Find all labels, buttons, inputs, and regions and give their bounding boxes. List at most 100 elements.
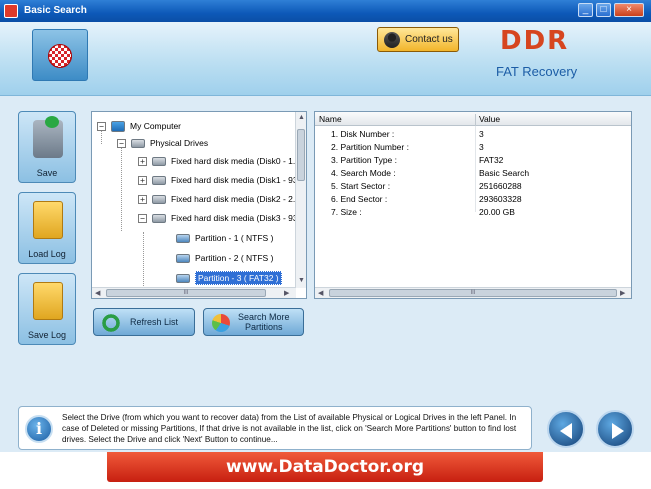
expand-icon[interactable]: + — [138, 156, 147, 166]
header-banner: Contact us DDR FAT Recovery — [0, 22, 651, 96]
tree-node-partition-3[interactable]: Partition - 3 ( FAT32 ) — [176, 270, 282, 286]
property-value: 293603328 — [479, 194, 522, 204]
save-label: Save — [36, 168, 58, 178]
search-more-label-line1: Search More — [238, 312, 290, 322]
window-title: Basic Search — [24, 5, 87, 16]
app-icon — [4, 4, 18, 18]
tree-node-disk2[interactable]: + Fixed hard disk media (Disk2 - 2. — [138, 191, 295, 207]
tree-label: Fixed hard disk media (Disk1 - 93 — [171, 175, 298, 185]
hard-disk-icon — [152, 194, 166, 204]
scroll-left-icon[interactable]: ◀ — [318, 289, 323, 297]
tree-label: Fixed hard disk media (Disk0 - 1.4 — [171, 156, 300, 166]
property-value: 20.00 GB — [479, 207, 515, 217]
pie-chart-icon — [212, 314, 230, 332]
tree-label: Fixed hard disk media (Disk2 - 2. — [171, 194, 296, 204]
tree-node-my-computer[interactable]: − My Computer — [97, 118, 181, 134]
property-name: 1. Disk Number : — [331, 129, 395, 139]
tree-label: Partition - 2 ( NTFS ) — [195, 253, 274, 263]
tree-node-disk1[interactable]: + Fixed hard disk media (Disk1 - 93 — [138, 172, 298, 188]
logo — [32, 29, 88, 81]
property-value: FAT32 — [479, 155, 504, 165]
tree-node-disk0[interactable]: + Fixed hard disk media (Disk0 - 1.4 — [138, 153, 300, 169]
collapse-icon[interactable]: − — [117, 138, 126, 148]
tree-vertical-scrollbar[interactable]: ▲ ▼ — [295, 112, 306, 288]
arrow-left-icon — [560, 423, 572, 439]
checker-logo-icon — [48, 44, 72, 68]
website-link[interactable]: www.DataDoctor.org — [107, 452, 543, 482]
expand-icon[interactable]: + — [138, 194, 147, 204]
tree-node-partition-1[interactable]: Partition - 1 ( NTFS ) — [176, 230, 273, 246]
collapse-icon[interactable]: − — [138, 213, 147, 223]
partition-icon — [176, 253, 190, 263]
arrow-right-icon — [612, 423, 624, 439]
grid-header: Name Value — [315, 112, 631, 128]
instructions-text: Select the Drive (from which you want to… — [62, 413, 517, 444]
tree-label: Partition - 1 ( NTFS ) — [195, 233, 274, 243]
hard-disk-icon — [152, 213, 166, 223]
hard-disk-icon — [152, 175, 166, 185]
main-panel: Save Load Log Save Log − My Computer − P… — [0, 96, 651, 402]
property-name: 3. Partition Type : — [331, 155, 397, 165]
minimize-button[interactable]: _ — [578, 3, 593, 17]
save-log-label: Save Log — [27, 330, 67, 340]
property-name: 2. Partition Number : — [331, 142, 409, 152]
property-value: Basic Search — [479, 168, 530, 178]
scroll-up-icon[interactable]: ▲ — [298, 114, 305, 121]
close-button[interactable]: × — [614, 3, 644, 17]
collapse-icon[interactable]: − — [97, 121, 106, 131]
property-name: 5. Start Sector : — [331, 181, 391, 191]
refresh-list-label: Refresh List — [130, 317, 179, 327]
property-value: 3 — [479, 129, 484, 139]
person-icon — [384, 31, 400, 48]
load-log-button[interactable]: Load Log — [18, 192, 76, 264]
tree-node-physical-drives[interactable]: − Physical Drives — [117, 135, 208, 151]
maximize-button[interactable]: □ — [596, 3, 611, 17]
tree-label-selected: Partition - 3 ( FAT32 ) — [195, 271, 282, 285]
column-header-value[interactable]: Value — [479, 114, 500, 124]
tree-label: Fixed hard disk media (Disk3 - 93 — [171, 213, 298, 223]
folder-save-icon — [33, 282, 63, 320]
tree-node-partition-2[interactable]: Partition - 2 ( NTFS ) — [176, 250, 273, 266]
properties-grid[interactable]: Name Value 1. Disk Number :3 2. Partition… — [314, 111, 632, 299]
contact-us-button[interactable]: Contact us — [377, 27, 459, 52]
search-more-label: Search More Partitions — [238, 312, 290, 332]
table-row[interactable]: 3. Partition Type : FAT32 — [315, 153, 631, 166]
table-row[interactable]: 2. Partition Number : 3 — [315, 140, 631, 153]
property-name: 7. Size : — [331, 207, 362, 217]
partition-icon — [176, 273, 190, 283]
table-row[interactable]: 5. Start Sector : 251660288 — [315, 179, 631, 192]
save-button[interactable]: Save — [18, 111, 76, 183]
search-more-partitions-button[interactable]: Search More Partitions — [203, 308, 304, 336]
column-header-name[interactable]: Name — [319, 114, 342, 124]
partition-icon — [176, 233, 190, 243]
grid-horizontal-scrollbar[interactable]: ◀ III ▶ — [315, 287, 631, 298]
info-bar: i Select the Drive (from which you want … — [0, 402, 651, 452]
save-disk-icon — [33, 116, 63, 158]
scroll-thumb[interactable]: III — [106, 289, 266, 297]
property-value: 251660288 — [479, 181, 522, 191]
load-log-label: Load Log — [28, 249, 66, 259]
table-row[interactable]: 6. End Sector : 293603328 — [315, 192, 631, 205]
scroll-right-icon[interactable]: ▶ — [620, 289, 625, 297]
refresh-list-button[interactable]: Refresh List — [93, 308, 195, 336]
expand-icon[interactable]: + — [138, 175, 147, 185]
save-log-button[interactable]: Save Log — [18, 273, 76, 345]
property-name: 6. End Sector : — [331, 194, 388, 204]
drive-tree[interactable]: − My Computer − Physical Drives + Fixed … — [91, 111, 307, 299]
tree-horizontal-scrollbar[interactable]: ◀ III ▶ — [92, 287, 296, 298]
tree-label: My Computer — [130, 121, 182, 131]
info-icon: i — [25, 415, 53, 443]
scroll-thumb[interactable]: III — [329, 289, 617, 297]
tree-node-disk3[interactable]: − Fixed hard disk media (Disk3 - 93 — [138, 210, 298, 226]
property-name: 4. Search Mode : — [331, 168, 396, 178]
scroll-down-icon[interactable]: ▼ — [298, 277, 305, 284]
table-row[interactable]: 4. Search Mode : Basic Search — [315, 166, 631, 179]
scroll-right-icon[interactable]: ▶ — [284, 289, 289, 297]
table-row[interactable]: 7. Size : 20.00 GB — [315, 205, 631, 218]
back-button[interactable] — [547, 410, 585, 448]
scroll-left-icon[interactable]: ◀ — [95, 289, 100, 297]
scroll-thumb[interactable] — [297, 129, 305, 181]
folder-icon — [33, 201, 63, 239]
table-row[interactable]: 1. Disk Number : 3 — [315, 127, 631, 140]
next-button[interactable] — [596, 410, 634, 448]
